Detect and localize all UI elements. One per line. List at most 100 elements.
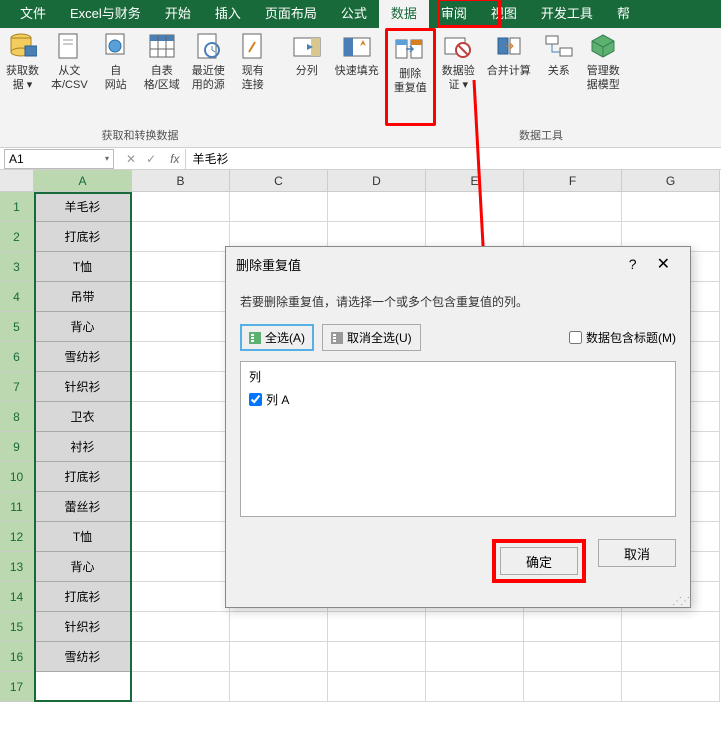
dialog-help-button[interactable]: ? bbox=[619, 256, 647, 272]
col-header-g[interactable]: G bbox=[622, 170, 720, 192]
enter-icon[interactable]: ✓ bbox=[146, 152, 156, 166]
cell[interactable] bbox=[132, 312, 230, 342]
cell[interactable] bbox=[132, 612, 230, 642]
cell[interactable] bbox=[524, 612, 622, 642]
cell[interactable] bbox=[132, 372, 230, 402]
ribbon-fromtable[interactable]: 自表 格/区域 bbox=[138, 28, 186, 126]
cell[interactable] bbox=[426, 192, 524, 222]
cell[interactable]: 打底衫 bbox=[34, 462, 132, 492]
row-header[interactable]: 8 bbox=[0, 402, 34, 432]
cell[interactable]: 背心 bbox=[34, 312, 132, 342]
cell[interactable] bbox=[328, 672, 426, 702]
col-header-c[interactable]: C bbox=[230, 170, 328, 192]
row-header[interactable]: 13 bbox=[0, 552, 34, 582]
cell[interactable] bbox=[524, 642, 622, 672]
sheet-grid[interactable]: A B C D E F G 1羊毛衫2打底衫3T恤4吊带5背心6雪纺衫7针织衫8… bbox=[0, 170, 721, 702]
row-header[interactable]: 10 bbox=[0, 462, 34, 492]
row-header[interactable]: 17 bbox=[0, 672, 34, 702]
cell[interactable]: 打底衫 bbox=[34, 222, 132, 252]
select-all-corner[interactable] bbox=[0, 170, 34, 192]
cell[interactable]: 雪纺衫 bbox=[34, 342, 132, 372]
name-box[interactable]: A1 bbox=[4, 149, 114, 169]
cell[interactable] bbox=[426, 642, 524, 672]
col-header-d[interactable]: D bbox=[328, 170, 426, 192]
cell[interactable] bbox=[132, 282, 230, 312]
cell[interactable] bbox=[132, 402, 230, 432]
cell[interactable] bbox=[426, 612, 524, 642]
row-header[interactable]: 2 bbox=[0, 222, 34, 252]
row-header[interactable]: 4 bbox=[0, 282, 34, 312]
row-header[interactable]: 6 bbox=[0, 342, 34, 372]
resize-grip[interactable]: ⋰⋰ bbox=[672, 599, 688, 605]
column-a-checkbox[interactable] bbox=[249, 393, 262, 406]
cell[interactable]: 卫衣 bbox=[34, 402, 132, 432]
columns-list[interactable]: 列 列 A bbox=[240, 361, 676, 517]
cell[interactable] bbox=[132, 222, 230, 252]
ribbon-relations[interactable]: 关系 bbox=[537, 28, 581, 126]
menu-excel-finance[interactable]: Excel与财务 bbox=[58, 0, 153, 28]
cell[interactable] bbox=[132, 582, 230, 612]
cell[interactable] bbox=[426, 672, 524, 702]
menu-insert[interactable]: 插入 bbox=[203, 0, 253, 28]
cell[interactable] bbox=[132, 522, 230, 552]
cell[interactable] bbox=[524, 192, 622, 222]
cell[interactable] bbox=[328, 612, 426, 642]
cell[interactable] bbox=[132, 432, 230, 462]
cell[interactable] bbox=[132, 252, 230, 282]
row-header[interactable]: 7 bbox=[0, 372, 34, 402]
menu-pagelayout[interactable]: 页面布局 bbox=[253, 0, 329, 28]
fx-icon[interactable]: fx bbox=[164, 152, 185, 166]
cell[interactable]: T恤 bbox=[34, 252, 132, 282]
has-header-checkbox-wrap[interactable]: 数据包含标题(M) bbox=[569, 329, 676, 346]
row-header[interactable]: 14 bbox=[0, 582, 34, 612]
cell[interactable] bbox=[622, 192, 720, 222]
dialog-close-button[interactable]: ✕ bbox=[647, 254, 680, 274]
ribbon-texttocol[interactable]: 分列 bbox=[285, 28, 329, 126]
ribbon-consolidate[interactable]: 合并计算 bbox=[481, 28, 537, 126]
col-header-a[interactable]: A bbox=[34, 170, 132, 192]
cell[interactable]: 衬衫 bbox=[34, 432, 132, 462]
cell[interactable] bbox=[34, 672, 132, 702]
cell[interactable] bbox=[230, 612, 328, 642]
ribbon-fromweb[interactable]: 自 网站 bbox=[94, 28, 138, 126]
col-header-e[interactable]: E bbox=[426, 170, 524, 192]
ribbon-model[interactable]: 管理数 据模型 bbox=[581, 28, 626, 126]
menu-view[interactable]: 视图 bbox=[479, 0, 529, 28]
col-header-f[interactable]: F bbox=[524, 170, 622, 192]
cell[interactable]: 蕾丝衫 bbox=[34, 492, 132, 522]
cell[interactable] bbox=[622, 642, 720, 672]
row-header[interactable]: 16 bbox=[0, 642, 34, 672]
cell[interactable]: 打底衫 bbox=[34, 582, 132, 612]
ok-button[interactable]: 确定 bbox=[500, 547, 578, 575]
ribbon-recent[interactable]: 最近使 用的源 bbox=[186, 28, 231, 126]
ribbon-removeduplicates[interactable]: 删除 重复值 bbox=[385, 28, 436, 126]
cell[interactable] bbox=[132, 462, 230, 492]
cell[interactable] bbox=[328, 642, 426, 672]
row-header[interactable]: 3 bbox=[0, 252, 34, 282]
ribbon-validation[interactable]: 数据验 证 ▾ bbox=[436, 28, 481, 126]
cell[interactable] bbox=[230, 642, 328, 672]
menu-formulas[interactable]: 公式 bbox=[329, 0, 379, 28]
row-header[interactable]: 9 bbox=[0, 432, 34, 462]
cell[interactable] bbox=[622, 672, 720, 702]
menu-home[interactable]: 开始 bbox=[153, 0, 203, 28]
cell[interactable] bbox=[622, 612, 720, 642]
column-a-item[interactable]: 列 A bbox=[249, 389, 667, 410]
cell[interactable] bbox=[132, 492, 230, 522]
col-header-b[interactable]: B bbox=[132, 170, 230, 192]
cell[interactable]: 雪纺衫 bbox=[34, 642, 132, 672]
row-header[interactable]: 11 bbox=[0, 492, 34, 522]
unselect-all-button[interactable]: 取消全选(U) bbox=[322, 324, 421, 351]
row-header[interactable]: 15 bbox=[0, 612, 34, 642]
cell[interactable]: 针织衫 bbox=[34, 612, 132, 642]
cell[interactable]: 背心 bbox=[34, 552, 132, 582]
cell[interactable] bbox=[524, 672, 622, 702]
menu-review[interactable]: 审阅 bbox=[429, 0, 479, 28]
menu-data[interactable]: 数据 bbox=[379, 0, 429, 28]
menu-help[interactable]: 帮 bbox=[605, 0, 642, 28]
cell[interactable] bbox=[328, 192, 426, 222]
cell[interactable]: T恤 bbox=[34, 522, 132, 552]
cell[interactable] bbox=[230, 192, 328, 222]
menu-file[interactable]: 文件 bbox=[8, 0, 58, 28]
menu-developer[interactable]: 开发工具 bbox=[529, 0, 605, 28]
